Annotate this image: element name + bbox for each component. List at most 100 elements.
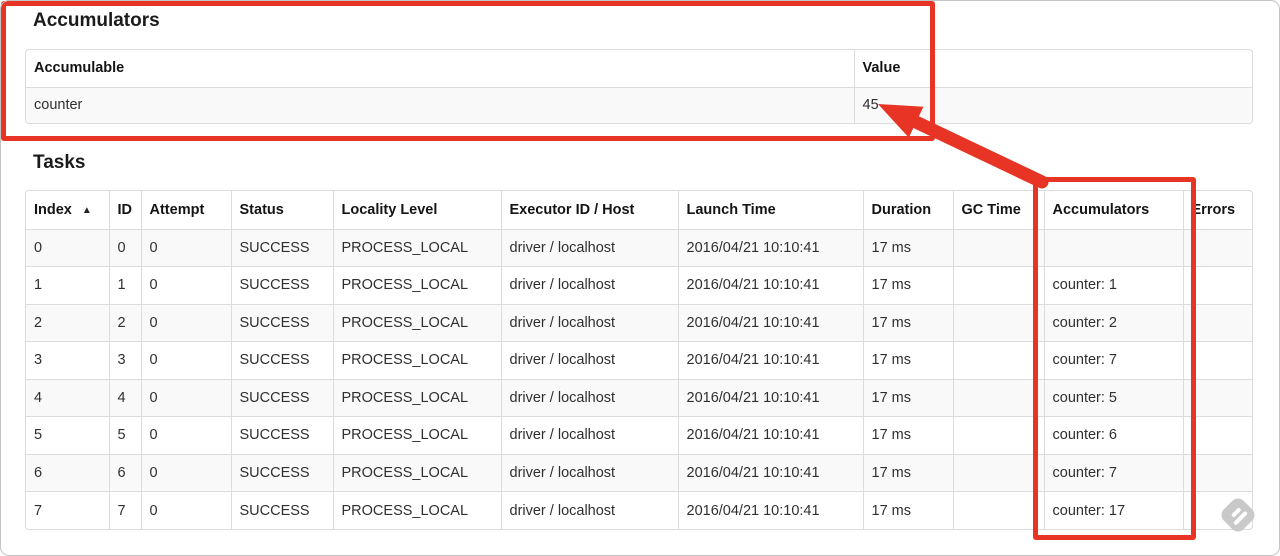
- accumulators-cell: counter: 6: [1043, 416, 1183, 454]
- column-header-executor-id-host[interactable]: Executor ID / Host: [500, 191, 678, 229]
- launch-time-cell: 2016/04/21 10:10:41: [677, 491, 863, 529]
- accumulators-cell: counter: 5: [1043, 378, 1183, 417]
- tasks-section-heading: Tasks: [33, 152, 86, 173]
- index-cell: 4: [26, 378, 109, 417]
- gc-time-cell: [952, 341, 1044, 379]
- status-cell: SUCCESS: [230, 341, 333, 379]
- launch-time-cell: 2016/04/21 10:10:41: [677, 416, 863, 454]
- column-header-errors[interactable]: Errors: [1182, 191, 1252, 229]
- column-header-index-label: Index: [34, 201, 72, 218]
- column-header-gc-time[interactable]: GC Time: [952, 191, 1044, 229]
- tasks-table: Index ▲ ID Attempt Status Locality Level …: [25, 190, 1253, 530]
- status-cell: SUCCESS: [230, 416, 333, 454]
- status-cell: SUCCESS: [230, 303, 333, 342]
- accumulators-section-heading: Accumulators: [33, 10, 160, 31]
- attempt-cell: 0: [140, 491, 231, 529]
- launch-time-cell: 2016/04/21 10:10:41: [677, 341, 863, 379]
- accumulators-cell: counter: 7: [1043, 341, 1183, 379]
- index-cell: 0: [26, 228, 109, 267]
- executor-cell: driver / localhost: [500, 266, 678, 304]
- launch-time-cell: 2016/04/21 10:10:41: [677, 303, 863, 342]
- executor-cell: driver / localhost: [500, 416, 678, 454]
- column-header-launch-time[interactable]: Launch Time: [677, 191, 863, 229]
- column-header-accumulable[interactable]: Accumulable: [26, 50, 854, 87]
- launch-time-cell: 2016/04/21 10:10:41: [677, 453, 863, 492]
- attempt-cell: 0: [140, 266, 231, 304]
- id-cell: 1: [108, 266, 141, 304]
- accumulators-cell: [1043, 228, 1183, 267]
- duration-cell: 17 ms: [862, 378, 953, 417]
- id-cell: 4: [108, 378, 141, 417]
- errors-cell: [1182, 453, 1252, 492]
- launch-time-cell: 2016/04/21 10:10:41: [677, 228, 863, 267]
- table-row: 7 7 0 SUCCESS PROCESS_LOCAL driver / loc…: [26, 491, 1252, 529]
- locality-cell: PROCESS_LOCAL: [332, 341, 501, 379]
- accumulable-name-cell: counter: [26, 86, 854, 123]
- executor-cell: driver / localhost: [500, 491, 678, 529]
- gc-time-cell: [952, 416, 1044, 454]
- column-header-accumulators[interactable]: Accumulators: [1043, 191, 1183, 229]
- duration-cell: 17 ms: [862, 453, 953, 492]
- locality-cell: PROCESS_LOCAL: [332, 303, 501, 342]
- spark-stage-page: Accumulators Accumulable Value counter 4…: [0, 0, 1280, 556]
- attempt-cell: 0: [140, 341, 231, 379]
- id-cell: 3: [108, 341, 141, 379]
- table-header-row: Accumulable Value: [26, 50, 1252, 87]
- launch-time-cell: 2016/04/21 10:10:41: [677, 266, 863, 304]
- locality-cell: PROCESS_LOCAL: [332, 491, 501, 529]
- status-cell: SUCCESS: [230, 491, 333, 529]
- executor-cell: driver / localhost: [500, 341, 678, 379]
- errors-cell: [1182, 303, 1252, 342]
- id-cell: 7: [108, 491, 141, 529]
- table-row: counter 45: [26, 86, 1252, 123]
- duration-cell: 17 ms: [862, 416, 953, 454]
- accumulators-cell: counter: 7: [1043, 453, 1183, 492]
- column-header-attempt[interactable]: Attempt: [140, 191, 231, 229]
- gc-time-cell: [952, 453, 1044, 492]
- index-cell: 2: [26, 303, 109, 342]
- column-header-index[interactable]: Index ▲: [26, 191, 109, 229]
- accumulable-value-cell: 45: [853, 86, 1252, 123]
- table-row: 2 2 0 SUCCESS PROCESS_LOCAL driver / loc…: [26, 303, 1252, 342]
- errors-cell: [1182, 378, 1252, 417]
- column-header-id[interactable]: ID: [108, 191, 141, 229]
- duration-cell: 17 ms: [862, 266, 953, 304]
- status-cell: SUCCESS: [230, 453, 333, 492]
- gc-time-cell: [952, 491, 1044, 529]
- attempt-cell: 0: [140, 416, 231, 454]
- id-cell: 2: [108, 303, 141, 342]
- index-cell: 5: [26, 416, 109, 454]
- sort-ascending-icon: ▲: [81, 204, 92, 216]
- column-header-value[interactable]: Value: [853, 50, 1252, 87]
- status-cell: SUCCESS: [230, 266, 333, 304]
- index-cell: 3: [26, 341, 109, 379]
- duration-cell: 17 ms: [862, 341, 953, 379]
- id-cell: 5: [108, 416, 141, 454]
- gc-time-cell: [952, 303, 1044, 342]
- locality-cell: PROCESS_LOCAL: [332, 453, 501, 492]
- gc-time-cell: [952, 378, 1044, 417]
- column-header-duration[interactable]: Duration: [862, 191, 953, 229]
- duration-cell: 17 ms: [862, 228, 953, 267]
- locality-cell: PROCESS_LOCAL: [332, 266, 501, 304]
- table-row: 3 3 0 SUCCESS PROCESS_LOCAL driver / loc…: [26, 341, 1252, 379]
- launch-time-cell: 2016/04/21 10:10:41: [677, 378, 863, 417]
- table-header-row: Index ▲ ID Attempt Status Locality Level …: [26, 191, 1252, 229]
- executor-cell: driver / localhost: [500, 378, 678, 417]
- column-header-status[interactable]: Status: [230, 191, 333, 229]
- status-cell: SUCCESS: [230, 228, 333, 267]
- attempt-cell: 0: [140, 378, 231, 417]
- table-row: 6 6 0 SUCCESS PROCESS_LOCAL driver / loc…: [26, 453, 1252, 492]
- column-header-locality-level[interactable]: Locality Level: [332, 191, 501, 229]
- index-cell: 6: [26, 453, 109, 492]
- attempt-cell: 0: [140, 453, 231, 492]
- duration-cell: 17 ms: [862, 491, 953, 529]
- accumulators-cell: counter: 17: [1043, 491, 1183, 529]
- index-cell: 1: [26, 266, 109, 304]
- gc-time-cell: [952, 266, 1044, 304]
- index-cell: 7: [26, 491, 109, 529]
- id-cell: 0: [108, 228, 141, 267]
- table-row: 5 5 0 SUCCESS PROCESS_LOCAL driver / loc…: [26, 416, 1252, 454]
- gc-time-cell: [952, 228, 1044, 267]
- table-row: 1 1 0 SUCCESS PROCESS_LOCAL driver / loc…: [26, 266, 1252, 304]
